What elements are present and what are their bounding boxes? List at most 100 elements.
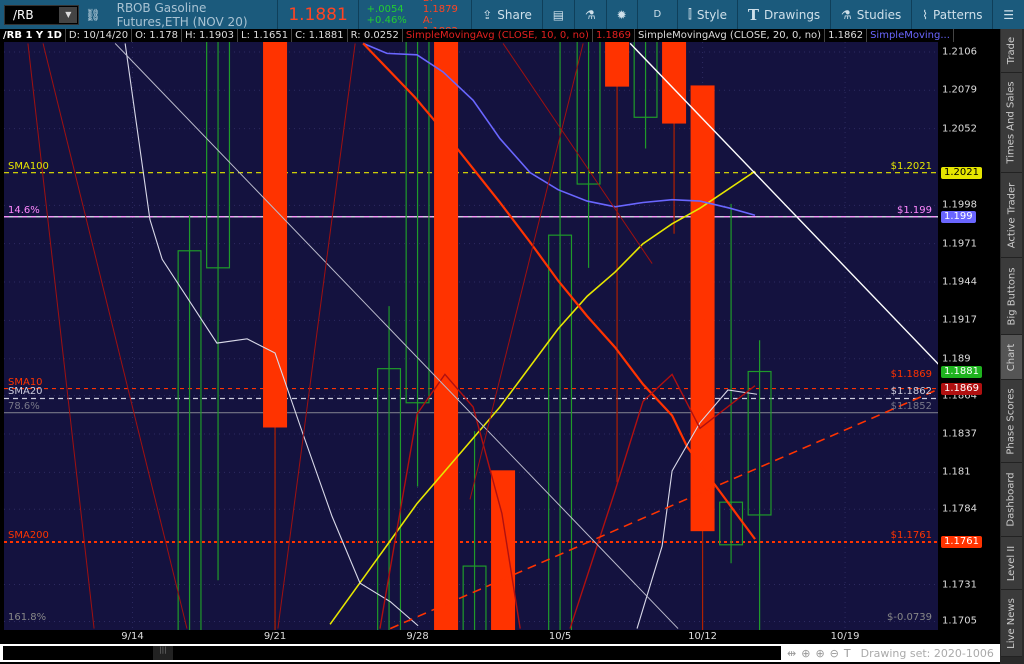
x-tick-label: 10/12	[688, 631, 717, 642]
gear-icon[interactable]: ✹	[607, 0, 637, 29]
zoom-in-icon[interactable]: ⊕	[815, 647, 824, 660]
level-label-left: 14.6%	[8, 204, 40, 216]
side-tab-phase-scores[interactable]: Phase Scores	[1001, 380, 1022, 463]
level-label-right: $1.2021	[890, 160, 932, 172]
patterns-label: Patterns	[933, 7, 983, 22]
x-tick-label: 9/21	[263, 631, 287, 642]
price-badge-sma100: 1.2021	[941, 166, 982, 179]
text-t-icon[interactable]: T	[844, 647, 851, 660]
style-label: Style	[696, 7, 728, 22]
price-badge-sma200: 1.1761	[941, 535, 982, 548]
side-tab-label: Times And Sales	[1006, 81, 1017, 164]
symbol-description: RBOB Gasoline Futures,ETH (NOV 20)	[116, 0, 248, 29]
candle-down	[434, 42, 459, 630]
level-label-left: SMA200	[8, 529, 49, 541]
chevron-down-icon[interactable]: ▼	[59, 6, 78, 23]
symbol-value: /RB	[13, 7, 34, 22]
bar-open: O: 1.178	[132, 29, 182, 42]
side-tab-dashboard[interactable]: Dashboard	[1001, 463, 1022, 537]
studies-button[interactable]: ⚗ Studies	[831, 0, 911, 29]
study-sma10[interactable]: SimpleMovingAvg (CLOSE, 10, 0, no)	[403, 29, 593, 42]
price-axis[interactable]: 1.2106 1.2079 1.2052 1.1998 1.1971 1.1944 1.19…	[938, 42, 1000, 630]
price-badge-fib-14-6: 1.199	[941, 210, 976, 223]
side-tabs: Trade Times And Sales Active Trader Big But…	[1000, 29, 1024, 664]
side-tab-trade[interactable]: Trade	[1001, 29, 1022, 73]
bar-close: C: 1.1881	[292, 29, 348, 42]
studies-label: Studies	[856, 7, 902, 22]
style-button[interactable]: ⫿ Style	[678, 0, 737, 29]
change-percent: +0.46%	[366, 14, 407, 26]
line-trendline-red-5	[469, 43, 584, 500]
side-tab-label: Phase Scores	[1006, 387, 1018, 455]
y-tick-label: 1.1998	[942, 199, 977, 211]
share-icon: ⇪	[482, 7, 493, 22]
last-price: 1.1881	[288, 4, 348, 25]
line-trendline-red-dashed	[389, 388, 938, 630]
level-label-left: 78.6%	[8, 400, 40, 412]
bar-high: H: 1.1903	[182, 29, 238, 42]
side-tab-times-and-sales[interactable]: Times And Sales	[1001, 73, 1022, 173]
study-sma-more[interactable]: SimpleMoving...	[867, 29, 954, 42]
x-tick-label: 9/28	[406, 631, 429, 642]
x-tick-label: 10/5	[548, 631, 572, 642]
side-tab-label: Level II	[1006, 545, 1018, 581]
chart-canvas[interactable]	[4, 42, 938, 630]
study-sma10-value: 1.1869	[593, 29, 635, 42]
y-tick-label: 1.189	[942, 353, 971, 365]
y-tick-label: 1.1837	[942, 428, 977, 440]
link-icon[interactable]: ⛓	[79, 0, 106, 29]
line-trendline-white	[629, 42, 938, 365]
level-label-right: $1.1852	[890, 400, 932, 412]
menu-icon[interactable]: ☰	[993, 0, 1024, 29]
price-badge-sma10: 1.1869	[941, 382, 982, 395]
scroll-thumb[interactable]: |||	[153, 646, 173, 660]
horizontal-scrollbar[interactable]: |||	[3, 646, 781, 660]
y-tick-label: 1.2079	[942, 84, 977, 96]
symbol-selector[interactable]: /RB ▼	[4, 4, 80, 25]
y-tick-label: 1.1705	[942, 615, 977, 627]
chart-info-bar: /RB 1 Y 1D D: 10/14/20 O: 1.178 H: 1.190…	[0, 29, 1000, 42]
chart-tools: ⇹ ⊕ ⊕ ⊖ T	[781, 647, 851, 660]
side-tab-active-trader[interactable]: Active Trader	[1001, 173, 1022, 258]
aggregation-button[interactable]: D	[637, 0, 677, 29]
share-label: Share	[497, 7, 532, 22]
line-trendline-thin-white	[114, 43, 679, 629]
level-label-right: $1.1761	[890, 529, 932, 541]
side-tab-label: Dashboard	[1006, 472, 1018, 527]
flask-icon[interactable]: ⚗	[575, 0, 606, 29]
drawing-set-label[interactable]: Drawing set: 2020-1006	[861, 647, 994, 660]
y-tick-label: 1.1917	[942, 314, 977, 326]
bar-date: D: 10/14/20	[66, 29, 133, 42]
drawings-button[interactable]: T Drawings	[738, 0, 830, 29]
level-label-right: $-0.0739	[887, 612, 932, 624]
bid: B: 1.1879	[422, 0, 458, 15]
side-tab-big-buttons[interactable]: Big Buttons	[1001, 258, 1022, 335]
patterns-icon: ⌇	[922, 7, 929, 22]
candle-style-icon: ⫿	[688, 7, 692, 21]
patterns-button[interactable]: ⌇ Patterns	[912, 0, 992, 29]
side-tab-label: Big Buttons	[1006, 267, 1017, 325]
share-button[interactable]: ⇪ Share	[472, 0, 542, 29]
side-tab-label: Live News	[1006, 597, 1017, 649]
y-tick-label: 1.1784	[942, 503, 977, 515]
side-tab-level-ii[interactable]: Level II	[1001, 537, 1022, 590]
candle-down	[690, 85, 715, 532]
zoom-out-icon[interactable]: ⊖	[830, 647, 839, 660]
chart-toolbar: /RB ▼ ⛓ RBOB Gasoline Futures,ETH (NOV 20…	[0, 0, 1024, 37]
level-label-right: $1.199	[897, 204, 932, 216]
chart-title: /RB 1 Y 1D	[0, 29, 66, 42]
study-sma20[interactable]: SimpleMovingAvg (CLOSE, 20, 0, no)	[635, 29, 826, 42]
side-tab-label: Chart	[1006, 343, 1018, 371]
crosshair-icon[interactable]: ⊕	[801, 647, 810, 660]
news-icon[interactable]: ▤	[543, 0, 574, 29]
line-trendline-red-2	[42, 43, 188, 629]
bar-range: R: 0.0252	[348, 29, 403, 42]
side-tab-label: Active Trader	[1006, 182, 1018, 248]
text-t-icon: T	[747, 5, 760, 24]
pan-icon[interactable]: ⇹	[787, 647, 796, 660]
y-tick-label: 1.1944	[942, 276, 977, 288]
side-tab-chart[interactable]: Chart	[1001, 335, 1022, 380]
price-chart[interactable]: SMA100 $1.2021 14.6% $1.199 SMA10 $1.1869 SMA2…	[4, 42, 938, 630]
side-tab-live-news[interactable]: Live News	[1001, 590, 1022, 657]
time-axis[interactable]: 9/14 9/21 9/28 10/5 10/12 10/19	[4, 630, 938, 644]
